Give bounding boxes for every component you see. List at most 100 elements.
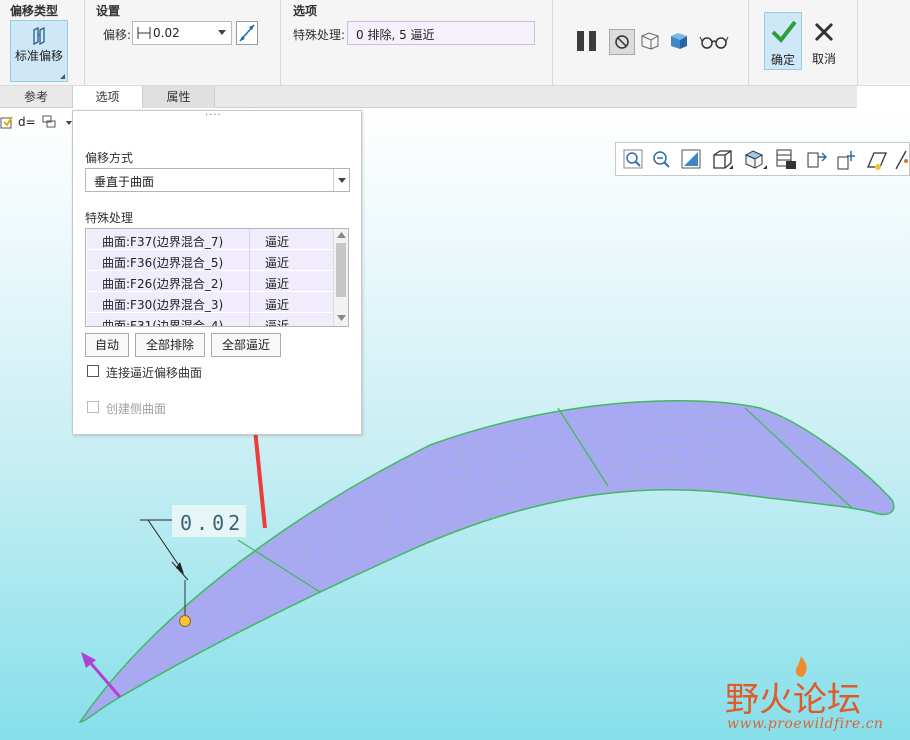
- ribbon-divider: [280, 0, 281, 86]
- feature-dashboard: 偏移类型 标准偏移 设置 偏移: 0.02 选项 特殊处理: 0 排除, 5 逼…: [0, 0, 910, 86]
- view-manager-icon[interactable]: [776, 149, 796, 169]
- tab-properties[interactable]: 属性: [143, 86, 215, 108]
- column-divider: [249, 292, 250, 313]
- annotation-display-icon[interactable]: [867, 152, 887, 170]
- relations-button[interactable]: d=: [18, 115, 36, 129]
- zoom-out-icon[interactable]: [653, 151, 670, 168]
- dropdown-corner-icon: [60, 74, 65, 79]
- tab-options[interactable]: 选项: [72, 86, 143, 108]
- checkmark-icon: [771, 20, 797, 43]
- dimension-width-icon: [137, 26, 151, 43]
- glasses-icon: [699, 36, 729, 49]
- regenerate-button[interactable]: [0, 114, 14, 130]
- auto-button[interactable]: 自动: [85, 333, 129, 357]
- handling-mode[interactable]: 逼近: [265, 296, 289, 313]
- special-handling-field[interactable]: 0 排除, 5 逼近: [347, 21, 535, 45]
- standard-offset-button[interactable]: 标准偏移: [10, 20, 68, 82]
- perspective-icon[interactable]: [807, 152, 828, 168]
- options-title: 选项: [293, 4, 318, 18]
- standard-offset-label: 标准偏移: [14, 49, 63, 63]
- special-handling-list[interactable]: 曲面:F37(边界混合_7) 逼近 曲面:F36(边界混合_5) 逼近 曲面:F…: [85, 228, 349, 327]
- surface-ref: 曲面:F37(边界混合_7): [102, 235, 224, 249]
- ribbon-divider: [552, 0, 553, 86]
- detach-preview-button[interactable]: [639, 30, 661, 52]
- no-preview-icon: [615, 35, 629, 49]
- offset-value-field[interactable]: 0.02: [132, 21, 232, 45]
- flip-direction-button[interactable]: [236, 21, 258, 45]
- scroll-up-icon[interactable]: [337, 232, 346, 238]
- pause-button[interactable]: [575, 30, 599, 52]
- create-side-surface-checkbox[interactable]: [87, 401, 99, 413]
- surface-ref: 曲面:F30(边界混合_3): [102, 298, 224, 312]
- saved-orientations-icon[interactable]: [744, 150, 767, 169]
- flip-direction-icon: [239, 24, 255, 42]
- special-handling-label: 特殊处理:: [293, 28, 346, 42]
- surface-ref: 曲面:F26(边界混合_2): [102, 277, 224, 291]
- windows-icon: [42, 115, 72, 128]
- spin-center-icon[interactable]: [895, 150, 908, 170]
- special-handling-value: 0 排除, 5 逼近: [356, 28, 435, 42]
- repaint-icon[interactable]: [681, 149, 701, 169]
- special-handling-panel-label: 特殊处理: [85, 211, 134, 225]
- connect-offset-checkbox[interactable]: [87, 365, 99, 377]
- list-scrollbar[interactable]: [333, 229, 348, 326]
- offset-method-label: 偏移方式: [85, 151, 134, 165]
- shading-icon[interactable]: [713, 150, 733, 169]
- scroll-thumb[interactable]: [336, 243, 346, 297]
- confirm-label: 确定: [770, 53, 795, 67]
- list-item[interactable]: 曲面:F37(边界混合_7) 逼近: [87, 229, 333, 250]
- options-panel: ···· 偏移方式 垂直于曲面 特殊处理 曲面:F37(边界混合_7) 逼近 曲…: [72, 110, 362, 435]
- connect-offset-label: 连接逼近偏移曲面: [106, 366, 203, 380]
- standard-offset-icon: [31, 26, 49, 48]
- offset-value[interactable]: 0.02: [153, 26, 180, 40]
- cancel-button[interactable]: 取消: [806, 12, 844, 70]
- handling-mode[interactable]: 逼近: [265, 233, 289, 250]
- handling-mode[interactable]: 逼近: [265, 317, 289, 326]
- cancel-label: 取消: [811, 52, 836, 66]
- datum-display-icon[interactable]: [837, 151, 855, 170]
- list-item[interactable]: 曲面:F26(边界混合_2) 逼近: [87, 271, 333, 292]
- offset-drag-handle[interactable]: [179, 615, 191, 627]
- column-divider: [249, 250, 250, 271]
- list-item[interactable]: 曲面:F30(边界混合_3) 逼近: [87, 292, 333, 313]
- chevron-down-icon[interactable]: [218, 30, 226, 35]
- ribbon-divider: [84, 0, 85, 86]
- handling-mode[interactable]: 逼近: [265, 275, 289, 292]
- confirm-button[interactable]: 确定: [764, 12, 802, 70]
- dashboard-tabs: 参考 选项 属性: [0, 86, 857, 108]
- chevron-down-icon: [338, 178, 346, 183]
- list-item[interactable]: 曲面:F36(边界混合_5) 逼近: [87, 250, 333, 271]
- forum-watermark: 野火论坛 www.proewildfire.cn: [725, 650, 910, 740]
- offset-method-value: 垂直于曲面: [94, 175, 155, 189]
- dimension-value[interactable]: 0.02: [180, 511, 244, 535]
- exclude-all-button[interactable]: 全部排除: [135, 333, 205, 357]
- no-preview-button[interactable]: [609, 29, 635, 55]
- solid-preview-icon: [671, 33, 687, 49]
- tab-references[interactable]: 参考: [0, 86, 72, 108]
- settings-title: 设置: [96, 4, 121, 18]
- panel-grip[interactable]: ····: [205, 110, 222, 121]
- surface-ref: 曲面:F31(边界混合_4): [102, 319, 224, 327]
- ribbon-divider: [748, 0, 749, 86]
- graphics-toolbar: [615, 142, 910, 176]
- ribbon-divider: [857, 0, 858, 86]
- offset-type-title: 偏移类型: [10, 4, 59, 18]
- list-item[interactable]: 曲面:F31(边界混合_4) 逼近: [87, 313, 333, 327]
- windows-button[interactable]: [42, 114, 72, 130]
- scroll-down-icon[interactable]: [337, 315, 346, 321]
- offset-method-dropdown[interactable]: 垂直于曲面: [85, 168, 350, 192]
- watermark-url: www.proewildfire.cn: [727, 716, 884, 732]
- surface-ref: 曲面:F36(边界混合_5): [102, 256, 224, 270]
- refit-icon[interactable]: [623, 149, 643, 169]
- offset-label: 偏移:: [103, 28, 132, 42]
- attach-preview-button[interactable]: [668, 30, 690, 52]
- pause-icon: [577, 31, 596, 51]
- handling-mode[interactable]: 逼近: [265, 254, 289, 271]
- approximate-all-button[interactable]: 全部逼近: [211, 333, 281, 357]
- flame-logo-icon: [795, 656, 807, 677]
- verify-mode-button[interactable]: [699, 32, 729, 52]
- column-divider: [249, 229, 250, 250]
- column-divider: [249, 313, 250, 326]
- dropdown-arrow[interactable]: [333, 169, 349, 191]
- close-icon: [814, 22, 834, 42]
